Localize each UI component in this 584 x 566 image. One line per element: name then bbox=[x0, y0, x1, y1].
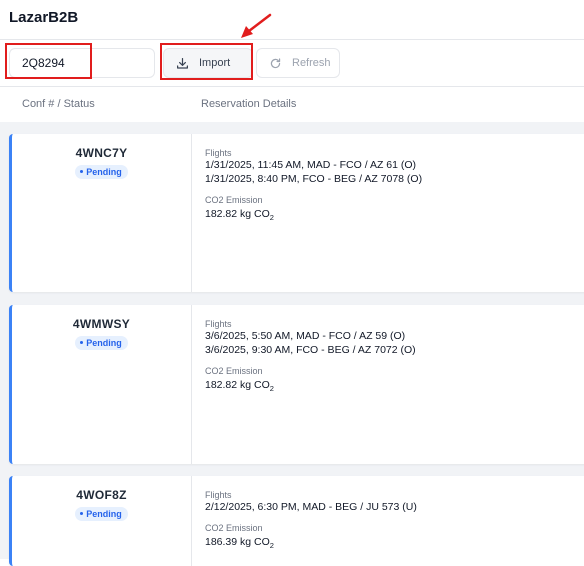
reservation-conf-cell: 4WMWSY Pending bbox=[12, 305, 191, 351]
reservation-card[interactable]: 4WNC7Y Pending Flights 1/31/2025, 11:45 … bbox=[9, 134, 584, 292]
annotation-arrow-icon bbox=[241, 13, 272, 38]
reservation-conf-cell: 4WOF8Z Pending bbox=[12, 476, 191, 522]
card-divider bbox=[191, 134, 192, 292]
confirmation-number: 4WNC7Y bbox=[75, 146, 128, 160]
toolbar: Import Refresh bbox=[0, 40, 584, 86]
import-label: Import bbox=[199, 57, 231, 69]
flight-segment: 1/31/2025, 11:45 AM, MAD - FCO / AZ 61 (… bbox=[205, 159, 417, 171]
reservation-conf-cell: 4WNC7Y Pending bbox=[12, 134, 191, 180]
toolbar-divider bbox=[0, 86, 584, 87]
flight-segment: 3/6/2025, 9:30 AM, FCO - BEG / AZ 7072 (… bbox=[205, 344, 416, 356]
card-divider bbox=[191, 476, 192, 566]
status-dot-icon bbox=[80, 512, 84, 516]
status-badge: Pending bbox=[75, 165, 128, 179]
reservation-details: Flights 3/6/2025, 5:50 AM, MAD - FCO / A… bbox=[205, 319, 584, 393]
status-text: Pending bbox=[86, 338, 122, 348]
reservation-list: 4WNC7Y Pending Flights 1/31/2025, 11:45 … bbox=[0, 122, 584, 566]
import-button[interactable]: Import bbox=[163, 48, 253, 78]
flight-segment: 3/6/2025, 5:50 AM, MAD - FCO / AZ 59 (O) bbox=[205, 330, 406, 342]
column-header-reservation-details: Reservation Details bbox=[201, 98, 297, 110]
refresh-button[interactable]: Refresh bbox=[256, 48, 340, 78]
column-header-conf-status: Conf # / Status bbox=[22, 98, 95, 110]
status-dot-icon bbox=[80, 341, 84, 345]
reservation-details: Flights 1/31/2025, 11:45 AM, MAD - FCO /… bbox=[205, 148, 584, 222]
co2-label: CO2 Emission bbox=[205, 523, 263, 533]
status-text: Pending bbox=[86, 509, 122, 519]
co2-value: 186.39 kg CO2 bbox=[205, 536, 274, 551]
confirmation-number: 4WOF8Z bbox=[76, 488, 127, 502]
flights-label: Flights bbox=[205, 319, 232, 329]
reservation-details: Flights 2/12/2025, 6:30 PM, MAD - BEG / … bbox=[205, 490, 584, 550]
co2-value: 182.82 kg CO2 bbox=[205, 379, 274, 394]
confirmation-input[interactable] bbox=[9, 48, 155, 78]
app-title: LazarB2B bbox=[9, 9, 79, 26]
flights-label: Flights bbox=[205, 148, 232, 158]
card-divider bbox=[191, 305, 192, 464]
reservation-card[interactable]: 4WOF8Z Pending Flights 2/12/2025, 6:30 P… bbox=[9, 476, 584, 566]
co2-label: CO2 Emission bbox=[205, 366, 263, 376]
flights-label: Flights bbox=[205, 490, 232, 500]
confirmation-number: 4WMWSY bbox=[72, 317, 131, 331]
refresh-label: Refresh bbox=[292, 57, 331, 69]
flight-segment: 1/31/2025, 8:40 PM, FCO - BEG / AZ 7078 … bbox=[205, 173, 423, 185]
status-text: Pending bbox=[86, 167, 122, 177]
co2-value: 182.82 kg CO2 bbox=[205, 208, 274, 223]
flight-segment: 2/12/2025, 6:30 PM, MAD - BEG / JU 573 (… bbox=[205, 501, 417, 513]
status-badge: Pending bbox=[75, 507, 128, 521]
status-badge: Pending bbox=[75, 336, 128, 350]
download-icon bbox=[176, 57, 189, 70]
reservation-card[interactable]: 4WMWSY Pending Flights 3/6/2025, 5:50 AM… bbox=[9, 305, 584, 464]
status-dot-icon bbox=[80, 170, 84, 174]
co2-label: CO2 Emission bbox=[205, 195, 263, 205]
refresh-icon bbox=[269, 57, 282, 70]
